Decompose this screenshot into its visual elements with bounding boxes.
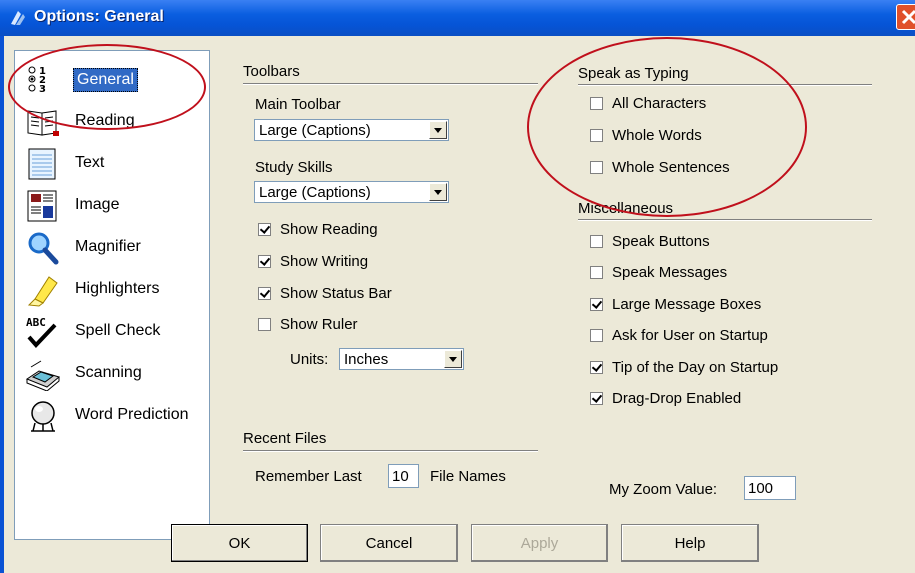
tip-of-the-day-checkbox[interactable]: [590, 361, 603, 374]
sidebar-item-label: Scanning: [75, 364, 142, 381]
sidebar-item-magnifier[interactable]: Magnifier: [15, 227, 209, 267]
magnifier-icon: [28, 232, 59, 265]
sidebar-item-word-prediction[interactable]: Word Prediction: [15, 395, 209, 435]
sidebar-item-label: Reading: [75, 112, 135, 129]
sidebar-item-label: Image: [75, 196, 120, 213]
sidebar-item-scanning[interactable]: Scanning: [15, 353, 209, 393]
zoom-value: 100: [748, 480, 774, 497]
svg-text:ABC: ABC: [26, 316, 46, 329]
all-characters-checkbox[interactable]: [590, 97, 603, 110]
scanner-icon: [25, 360, 61, 391]
main-toolbar-select[interactable]: Large (Captions): [254, 119, 449, 141]
study-skills-label: Study Skills: [255, 159, 333, 176]
crystal-ball-icon: [31, 401, 55, 432]
help-button-label: Help: [674, 535, 706, 552]
show-status-bar-label: Show Status Bar: [280, 285, 392, 302]
main-toolbar-value: Large (Captions): [259, 122, 371, 139]
main-toolbar-label: Main Toolbar: [255, 96, 341, 113]
image-icon: [27, 190, 57, 222]
show-writing-checkbox[interactable]: [258, 255, 271, 268]
sidebar-item-label: Text: [75, 154, 105, 171]
sidebar-item-highlighters[interactable]: Highlighters: [15, 269, 209, 309]
whole-words-checkbox[interactable]: [590, 129, 603, 142]
miscellaneous-group-title: Miscellaneous: [578, 200, 674, 217]
group-divider: [578, 219, 872, 221]
zoom-label: My Zoom Value:: [609, 481, 718, 498]
sidebar-item-image[interactable]: Image: [15, 185, 209, 225]
close-icon: [901, 9, 915, 25]
toolbars-group-title: Toolbars: [243, 63, 300, 80]
book-icon: [27, 110, 59, 136]
show-writing-label: Show Writing: [280, 253, 369, 270]
speak-as-typing-group-title: Speak as Typing: [578, 65, 689, 82]
group-divider: [578, 84, 872, 86]
recent-files-count-input[interactable]: 10: [388, 464, 419, 488]
cancel-button[interactable]: Cancel: [320, 524, 458, 562]
chevron-down-icon[interactable]: [429, 183, 447, 201]
chevron-down-icon[interactable]: [444, 350, 462, 368]
ok-button[interactable]: OK: [171, 524, 308, 562]
whole-words-label: Whole Words: [612, 127, 702, 144]
close-button[interactable]: [896, 4, 915, 30]
cancel-button-label: Cancel: [365, 535, 413, 552]
speak-messages-label: Speak Messages: [612, 264, 728, 281]
ask-for-user-checkbox[interactable]: [590, 329, 603, 342]
group-divider: [243, 450, 538, 452]
show-reading-label: Show Reading: [280, 221, 378, 238]
speak-buttons-checkbox[interactable]: [590, 235, 603, 248]
apply-button-label: Apply: [520, 535, 559, 552]
show-ruler-label: Show Ruler: [280, 316, 358, 333]
zoom-input[interactable]: 100: [744, 476, 796, 500]
speak-messages-checkbox[interactable]: [590, 266, 603, 279]
sidebar-item-label: Highlighters: [75, 280, 160, 297]
sidebar-item-label: Word Prediction: [75, 406, 189, 423]
units-label: Units:: [290, 351, 329, 368]
recent-files-group-title: Recent Files: [243, 430, 327, 447]
whole-sentences-checkbox[interactable]: [590, 161, 603, 174]
large-message-boxes-label: Large Message Boxes: [612, 296, 762, 313]
speak-buttons-label: Speak Buttons: [612, 233, 710, 250]
recent-files-count-value: 10: [392, 468, 409, 485]
apply-button[interactable]: Apply: [471, 524, 608, 562]
document-text-icon: [28, 148, 56, 180]
group-divider: [243, 83, 538, 85]
sidebar-item-spell-check[interactable]: ABC Spell Check: [15, 311, 209, 351]
category-list: 1 2 3 General Reading Text Image Magnifi…: [14, 50, 210, 540]
drag-drop-checkbox[interactable]: [590, 392, 603, 405]
sidebar-item-reading[interactable]: Reading: [15, 101, 209, 141]
sidebar-item-label: General: [73, 68, 138, 92]
remember-last-label: Remember Last: [255, 468, 362, 485]
window-border: [0, 36, 4, 573]
help-button[interactable]: Help: [621, 524, 759, 562]
show-reading-checkbox[interactable]: [258, 223, 271, 236]
show-ruler-checkbox[interactable]: [258, 318, 271, 331]
all-characters-label: All Characters: [612, 95, 707, 112]
highlighter-icon: [27, 276, 58, 307]
ask-for-user-label: Ask for User on Startup: [612, 327, 768, 344]
study-skills-select[interactable]: Large (Captions): [254, 181, 449, 203]
sidebar-item-general[interactable]: 1 2 3 General: [15, 59, 209, 99]
sidebar-item-label: Magnifier: [75, 238, 141, 255]
drag-drop-label: Drag-Drop Enabled: [612, 390, 742, 407]
app-icon: [11, 11, 25, 25]
tip-of-the-day-label: Tip of the Day on Startup: [612, 359, 779, 376]
sidebar-item-text[interactable]: Text: [15, 143, 209, 183]
whole-sentences-label: Whole Sentences: [612, 159, 730, 176]
units-value: Inches: [344, 351, 389, 368]
ok-button-label: OK: [228, 535, 251, 552]
title-bar: Options: General: [0, 0, 915, 36]
chevron-down-icon[interactable]: [429, 121, 447, 139]
file-names-label: File Names: [430, 468, 506, 485]
svg-text:3: 3: [39, 84, 46, 95]
large-message-boxes-checkbox[interactable]: [590, 298, 603, 311]
units-select[interactable]: Inches: [339, 348, 464, 370]
spell-check-icon: ABC: [26, 316, 57, 348]
window-title: Options: General: [34, 8, 164, 25]
study-skills-value: Large (Captions): [259, 184, 371, 201]
list-numbered-icon: 1 2 3: [28, 66, 46, 95]
sidebar-item-label: Spell Check: [75, 322, 161, 339]
show-status-bar-checkbox[interactable]: [258, 287, 271, 300]
